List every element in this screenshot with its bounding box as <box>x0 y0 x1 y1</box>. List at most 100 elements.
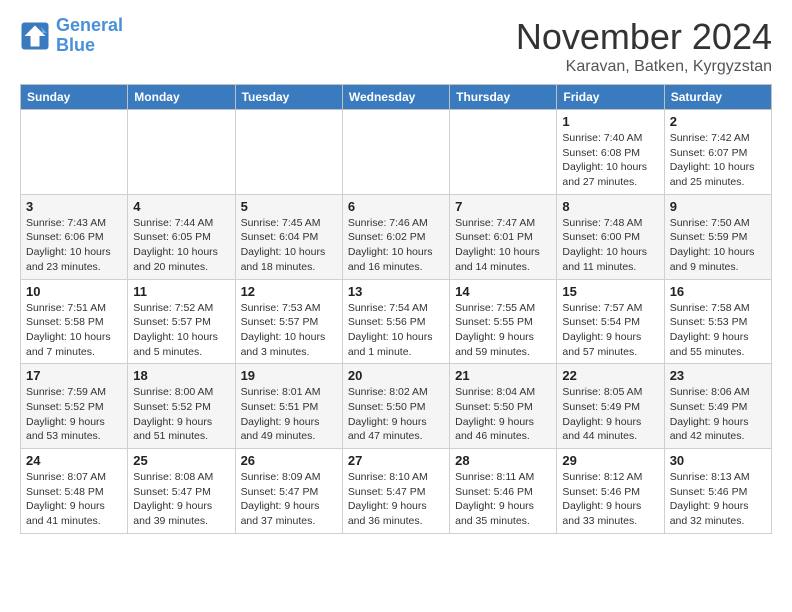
day-number: 6 <box>348 199 444 214</box>
calendar-cell <box>450 110 557 195</box>
calendar-cell: 2Sunrise: 7:42 AM Sunset: 6:07 PM Daylig… <box>664 110 771 195</box>
day-number: 24 <box>26 453 122 468</box>
day-number: 22 <box>562 368 658 383</box>
calendar-cell: 5 Sunrise: 7:45 AM Sunset: 6:04 PM Daylig… <box>235 194 342 279</box>
calendar-cell: 28 Sunrise: 8:11 AM Sunset: 5:46 PM Dayli… <box>450 449 557 534</box>
day-info: Sunrise: 7:53 AM Sunset: 5:57 PM Dayligh… <box>241 301 337 360</box>
day-number: 25 <box>133 453 229 468</box>
weekday-header: Saturday <box>664 85 771 110</box>
calendar-cell: 3Sunrise: 7:43 AM Sunset: 6:06 PM Daylig… <box>21 194 128 279</box>
weekday-header: Wednesday <box>342 85 449 110</box>
calendar-cell <box>128 110 235 195</box>
day-number: 18 <box>133 368 229 383</box>
day-info: Sunrise: 8:00 AM Sunset: 5:52 PM Dayligh… <box>133 385 229 444</box>
calendar-cell <box>21 110 128 195</box>
day-info: Sunrise: 7:48 AM Sunset: 6:00 PM Dayligh… <box>562 216 658 275</box>
day-info: Sunrise: 8:06 AM Sunset: 5:49 PM Dayligh… <box>670 385 766 444</box>
calendar-cell: 23Sunrise: 8:06 AM Sunset: 5:49 PM Dayli… <box>664 364 771 449</box>
day-info: Sunrise: 7:44 AM Sunset: 6:05 PM Dayligh… <box>133 216 229 275</box>
calendar-cell: 24 Sunrise: 8:07 AM Sunset: 5:48 PM Dayli… <box>21 449 128 534</box>
day-number: 26 <box>241 453 337 468</box>
day-info: Sunrise: 8:05 AM Sunset: 5:49 PM Dayligh… <box>562 385 658 444</box>
day-info: Sunrise: 8:11 AM Sunset: 5:46 PM Dayligh… <box>455 470 551 529</box>
logo-line1: General <box>56 15 123 35</box>
day-info: Sunrise: 8:02 AM Sunset: 5:50 PM Dayligh… <box>348 385 444 444</box>
calendar-week-row: 3Sunrise: 7:43 AM Sunset: 6:06 PM Daylig… <box>21 194 772 279</box>
calendar-cell: 10Sunrise: 7:51 AM Sunset: 5:58 PM Dayli… <box>21 279 128 364</box>
day-info: Sunrise: 8:07 AM Sunset: 5:48 PM Dayligh… <box>26 470 122 529</box>
title-block: November 2024 Karavan, Batken, Kyrgyzsta… <box>516 16 772 76</box>
calendar-cell: 13Sunrise: 7:54 AM Sunset: 5:56 PM Dayli… <box>342 279 449 364</box>
calendar-cell: 14 Sunrise: 7:55 AM Sunset: 5:55 PM Dayli… <box>450 279 557 364</box>
calendar-cell: 1 Sunrise: 7:40 AM Sunset: 6:08 PM Daylig… <box>557 110 664 195</box>
day-number: 16 <box>670 284 766 299</box>
calendar-cell: 7Sunrise: 7:47 AM Sunset: 6:01 PM Daylig… <box>450 194 557 279</box>
weekday-header: Friday <box>557 85 664 110</box>
day-number: 27 <box>348 453 444 468</box>
day-number: 10 <box>26 284 122 299</box>
weekday-header: Sunday <box>21 85 128 110</box>
weekday-header: Thursday <box>450 85 557 110</box>
calendar-cell: 22 Sunrise: 8:05 AM Sunset: 5:49 PM Dayli… <box>557 364 664 449</box>
day-info: Sunrise: 7:45 AM Sunset: 6:04 PM Dayligh… <box>241 216 337 275</box>
day-info: Sunrise: 7:43 AM Sunset: 6:06 PM Dayligh… <box>26 216 122 275</box>
day-number: 15 <box>562 284 658 299</box>
day-info: Sunrise: 7:50 AM Sunset: 5:59 PM Dayligh… <box>670 216 766 275</box>
day-info: Sunrise: 7:54 AM Sunset: 5:56 PM Dayligh… <box>348 301 444 360</box>
day-number: 28 <box>455 453 551 468</box>
logo-icon <box>20 21 50 51</box>
day-info: Sunrise: 8:12 AM Sunset: 5:46 PM Dayligh… <box>562 470 658 529</box>
day-number: 19 <box>241 368 337 383</box>
day-info: Sunrise: 7:58 AM Sunset: 5:53 PM Dayligh… <box>670 301 766 360</box>
weekday-header: Tuesday <box>235 85 342 110</box>
calendar-header-row: SundayMondayTuesdayWednesdayThursdayFrid… <box>21 85 772 110</box>
day-number: 4 <box>133 199 229 214</box>
calendar-cell: 9 Sunrise: 7:50 AM Sunset: 5:59 PM Daylig… <box>664 194 771 279</box>
calendar-cell: 12 Sunrise: 7:53 AM Sunset: 5:57 PM Dayli… <box>235 279 342 364</box>
day-info: Sunrise: 7:47 AM Sunset: 6:01 PM Dayligh… <box>455 216 551 275</box>
calendar-cell: 18 Sunrise: 8:00 AM Sunset: 5:52 PM Dayli… <box>128 364 235 449</box>
day-number: 29 <box>562 453 658 468</box>
day-info: Sunrise: 8:04 AM Sunset: 5:50 PM Dayligh… <box>455 385 551 444</box>
calendar-cell: 30Sunrise: 8:13 AM Sunset: 5:46 PM Dayli… <box>664 449 771 534</box>
calendar-cell: 19Sunrise: 8:01 AM Sunset: 5:51 PM Dayli… <box>235 364 342 449</box>
day-info: Sunrise: 7:55 AM Sunset: 5:55 PM Dayligh… <box>455 301 551 360</box>
day-number: 11 <box>133 284 229 299</box>
calendar-week-row: 10Sunrise: 7:51 AM Sunset: 5:58 PM Dayli… <box>21 279 772 364</box>
logo-text: General Blue <box>56 16 123 56</box>
day-info: Sunrise: 7:40 AM Sunset: 6:08 PM Dayligh… <box>562 131 658 190</box>
day-number: 5 <box>241 199 337 214</box>
day-info: Sunrise: 7:52 AM Sunset: 5:57 PM Dayligh… <box>133 301 229 360</box>
page-container: General Blue November 2024 Karavan, Batk… <box>0 0 792 550</box>
calendar: SundayMondayTuesdayWednesdayThursdayFrid… <box>20 84 772 534</box>
logo: General Blue <box>20 16 123 56</box>
header: General Blue November 2024 Karavan, Batk… <box>20 16 772 76</box>
calendar-cell: 21 Sunrise: 8:04 AM Sunset: 5:50 PM Dayli… <box>450 364 557 449</box>
day-info: Sunrise: 7:46 AM Sunset: 6:02 PM Dayligh… <box>348 216 444 275</box>
day-number: 21 <box>455 368 551 383</box>
month-title: November 2024 <box>516 16 772 58</box>
day-number: 9 <box>670 199 766 214</box>
calendar-week-row: 17Sunrise: 7:59 AM Sunset: 5:52 PM Dayli… <box>21 364 772 449</box>
calendar-cell: 27Sunrise: 8:10 AM Sunset: 5:47 PM Dayli… <box>342 449 449 534</box>
day-number: 14 <box>455 284 551 299</box>
day-number: 1 <box>562 114 658 129</box>
day-number: 12 <box>241 284 337 299</box>
calendar-cell: 8 Sunrise: 7:48 AM Sunset: 6:00 PM Daylig… <box>557 194 664 279</box>
calendar-cell <box>235 110 342 195</box>
day-number: 30 <box>670 453 766 468</box>
day-number: 8 <box>562 199 658 214</box>
calendar-week-row: 1 Sunrise: 7:40 AM Sunset: 6:08 PM Daylig… <box>21 110 772 195</box>
weekday-header: Monday <box>128 85 235 110</box>
calendar-cell: 26Sunrise: 8:09 AM Sunset: 5:47 PM Dayli… <box>235 449 342 534</box>
day-number: 20 <box>348 368 444 383</box>
calendar-cell: 29 Sunrise: 8:12 AM Sunset: 5:46 PM Dayli… <box>557 449 664 534</box>
calendar-cell: 11 Sunrise: 7:52 AM Sunset: 5:57 PM Dayli… <box>128 279 235 364</box>
calendar-cell: 4 Sunrise: 7:44 AM Sunset: 6:05 PM Daylig… <box>128 194 235 279</box>
day-info: Sunrise: 8:08 AM Sunset: 5:47 PM Dayligh… <box>133 470 229 529</box>
calendar-cell: 17Sunrise: 7:59 AM Sunset: 5:52 PM Dayli… <box>21 364 128 449</box>
day-info: Sunrise: 7:57 AM Sunset: 5:54 PM Dayligh… <box>562 301 658 360</box>
logo-line2: Blue <box>56 35 95 55</box>
day-info: Sunrise: 7:42 AM Sunset: 6:07 PM Dayligh… <box>670 131 766 190</box>
calendar-cell: 25 Sunrise: 8:08 AM Sunset: 5:47 PM Dayli… <box>128 449 235 534</box>
